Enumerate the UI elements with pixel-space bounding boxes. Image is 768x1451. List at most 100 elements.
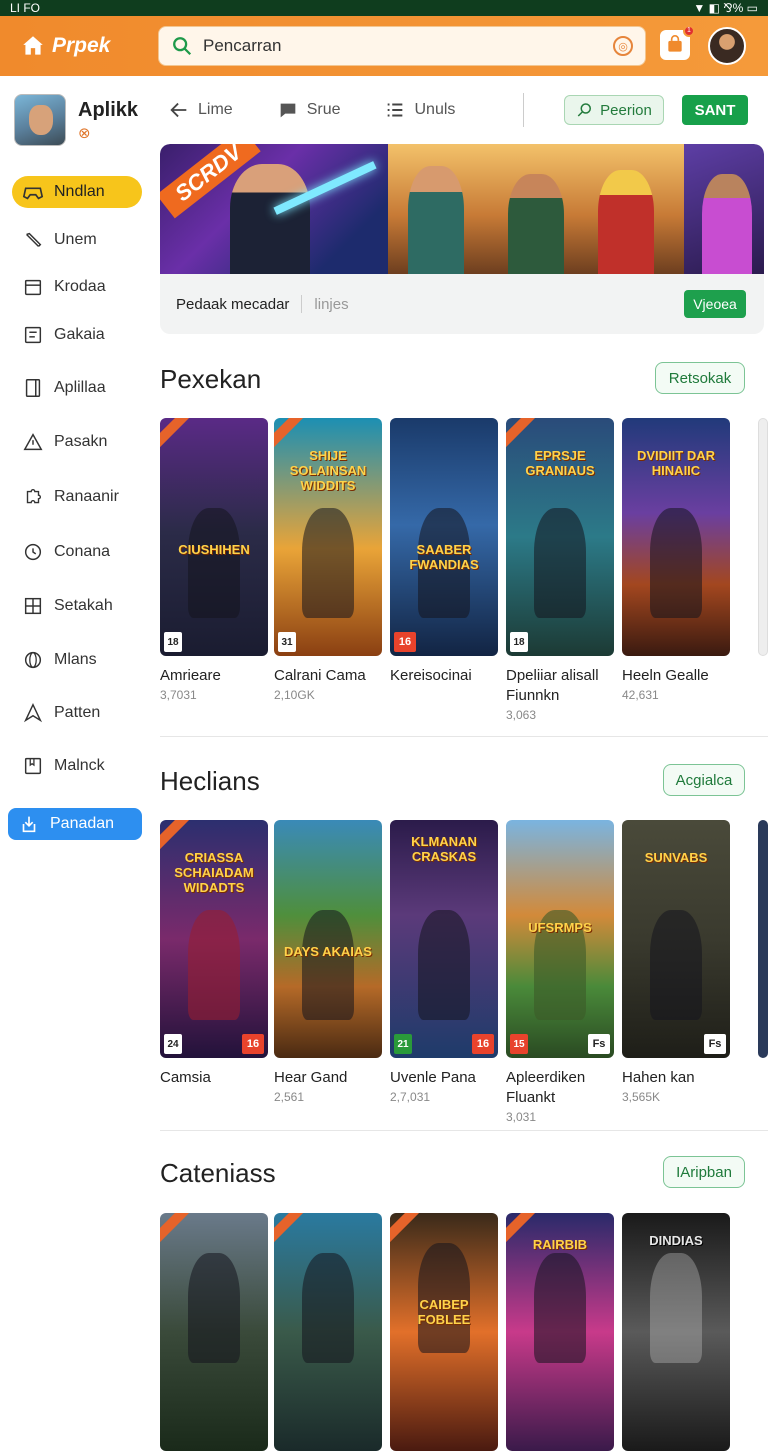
profile-name: Aplikk <box>78 98 139 121</box>
prec-button[interactable]: Peerion <box>564 95 664 125</box>
voice-search-icon[interactable]: ◎ <box>613 36 633 56</box>
list-link[interactable]: Unuls <box>384 99 455 121</box>
rating-badge: 18 <box>164 632 182 652</box>
game-card[interactable]: UFSRMPS 15 Fs Apleerdiken Fluankt 3,031 <box>506 820 614 1124</box>
game-card[interactable]: DVIDIIT DAR HINAIIC Heeln Gealle 42,631 <box>622 418 730 702</box>
fs-badge: Fs <box>704 1034 726 1054</box>
sidebar-item-aplillaa[interactable]: Aplillaa <box>12 372 142 404</box>
game-cover-title: EPRSJE GRANIAUS <box>525 448 595 478</box>
game-cover-title: UFSRMPS <box>528 920 592 935</box>
prec-label: Peerion <box>600 101 652 119</box>
sidebar-profile[interactable]: Aplikk ⊗ <box>14 94 138 146</box>
section-see-all-button[interactable]: Acgialca <box>663 764 745 796</box>
game-card[interactable]: RAIRBIB <box>506 1213 614 1451</box>
sidebar-item-gakaia[interactable]: Gakaia <box>12 319 142 351</box>
banner-view-button[interactable]: Vjeoea <box>684 290 746 318</box>
game-cover: KLMANAN CRASKAS 21 16 <box>390 820 498 1058</box>
game-cover-title: SHIJE SOLAINSAN WIDDITS <box>289 448 367 493</box>
game-card[interactable]: EPRSJE GRANIAUS 18 Dpeliiar alisall Fiun… <box>506 418 614 722</box>
banner-panel-villain <box>684 144 764 274</box>
game-card[interactable]: DAYS AKAIAS Hear Gand 2,561 <box>274 820 382 1104</box>
toolbar-divider <box>523 93 525 127</box>
game-downloads: 3,7031 <box>160 688 197 702</box>
game-title: Hahen kan <box>622 1069 695 1086</box>
sidebar-item-label: Mlans <box>54 651 97 668</box>
sidebar-item-pasakn[interactable]: Pasakn <box>12 426 142 458</box>
section-see-all-button[interactable]: Retsokak <box>655 362 745 394</box>
sidebar-item-mlans[interactable]: Mlans <box>12 644 142 676</box>
game-card[interactable]: KLMANAN CRASKAS 21 16 Uvenle Pana 2,7,03… <box>390 820 498 1104</box>
fs-badge: Fs <box>588 1034 610 1054</box>
search-bar[interactable]: ◎ <box>158 26 646 66</box>
bag-icon <box>668 35 682 52</box>
sidebar-item-unem[interactable]: Unem <box>12 224 142 256</box>
age-badge: 16 <box>242 1034 264 1054</box>
game-cover: SHIJE SOLAINSAN WIDDITS 31 <box>274 418 382 656</box>
user-avatar[interactable] <box>708 27 746 65</box>
sidebar-item-panadan[interactable]: Panadan <box>8 808 142 840</box>
game-card[interactable] <box>274 1213 382 1451</box>
sidebar-item-label: Setakah <box>54 597 113 614</box>
section-title: Heclians <box>160 766 260 796</box>
status-left: LI FO <box>10 1 41 15</box>
game-cover-title: DAYS AKAIAS <box>284 944 372 959</box>
store-link[interactable]: Srue <box>277 99 340 121</box>
banner-subcaption: linjes <box>314 295 349 313</box>
notification-badge: 1 <box>683 25 695 37</box>
search-icon <box>577 103 592 117</box>
game-cover: RAIRBIB <box>506 1213 614 1451</box>
game-card[interactable]: SUNVABS Fs Hahen kan 3,565K <box>622 820 730 1104</box>
game-card-peek[interactable] <box>758 418 768 656</box>
game-card[interactable]: DINDIAS <box>622 1213 730 1451</box>
game-title: Heeln Gealle <box>622 667 709 684</box>
back-link[interactable]: Lime <box>168 99 233 121</box>
search-input[interactable] <box>203 36 613 56</box>
puzzle-icon <box>26 489 41 504</box>
section-divider <box>160 1130 768 1131</box>
featured-banner[interactable]: SCRDV Pedaak mecadar linjes Vjeoea <box>160 144 764 334</box>
game-cover <box>274 1213 382 1451</box>
list-label: Unuls <box>414 101 456 118</box>
game-downloads: 3,565K <box>622 1090 661 1104</box>
app-logo[interactable]: Prpek <box>20 33 160 59</box>
game-title: Hear Gand <box>274 1069 348 1086</box>
banner-artwork: SCRDV <box>160 144 764 274</box>
settings-badge-icon: ⊗ <box>78 124 91 142</box>
sidebar-item-malnck[interactable]: Malnck <box>12 750 142 782</box>
sidebar-item-setakah[interactable]: Setakah <box>12 590 142 622</box>
game-card[interactable]: SAABER FWANDIAS 16 Kereisocinai <box>390 418 498 688</box>
game-card[interactable]: CRIASSA SCHAIADAM WIDADTS 24 16 Camsia <box>160 820 268 1090</box>
game-card[interactable]: CIUSHIHEN 18 Amrieare 3,7031 <box>160 418 268 702</box>
chat-icon <box>280 103 296 118</box>
game-cover: SAABER FWANDIAS 16 <box>390 418 498 656</box>
game-cover-title: CRIASSA SCHAIADAM WIDADTS <box>174 850 254 895</box>
sidebar-item-krodaa[interactable]: Krodaa <box>12 271 142 303</box>
game-cover-title: CIUSHIHEN <box>178 542 250 557</box>
banner-caption: Pedaak mecadar <box>176 295 290 313</box>
game-card-peek[interactable] <box>758 820 768 1058</box>
game-downloads: 2,561 <box>274 1090 305 1104</box>
game-cover: CAIBEP FOBLEE <box>390 1213 498 1451</box>
game-card[interactable]: SHIJE SOLAINSAN WIDDITS 31 Calrani Cama … <box>274 418 382 702</box>
game-cover: CIUSHIHEN 18 <box>160 418 268 656</box>
sidebar-item-label: Aplillaa <box>54 379 106 396</box>
main-content: Lime Srue Unuls Peerion SANT SCRDV Pedaa… <box>158 76 768 1451</box>
game-cover-title: SAABER FWANDIAS <box>409 542 479 572</box>
game-card[interactable] <box>160 1213 268 1451</box>
status-bar: LI FO ▼ ◧ ⅋% ▭ <box>0 0 768 16</box>
section-see-all-button[interactable]: IAripban <box>663 1156 745 1188</box>
sidebar-item-label: Krodaa <box>54 278 106 295</box>
notification-button[interactable]: 1 <box>660 25 695 60</box>
game-card[interactable]: CAIBEP FOBLEE <box>390 1213 498 1451</box>
sidebar-item-ranaanir[interactable]: Ranaanir <box>12 481 142 513</box>
clock-icon <box>24 543 42 561</box>
sidebar-item-label: Ranaanir <box>54 488 119 505</box>
sidebar-item-conana[interactable]: Conana <box>12 536 142 568</box>
sidebar-item-patten[interactable]: Patten <box>12 697 142 729</box>
grid-icon <box>24 597 42 615</box>
game-cover-title: KLMANAN CRASKAS <box>411 834 477 864</box>
sant-button[interactable]: SANT <box>682 95 748 125</box>
game-cover: DINDIAS <box>622 1213 730 1451</box>
sidebar-item-nndlan[interactable]: Nndlan <box>12 176 142 208</box>
age-badge: 16 <box>394 632 416 652</box>
